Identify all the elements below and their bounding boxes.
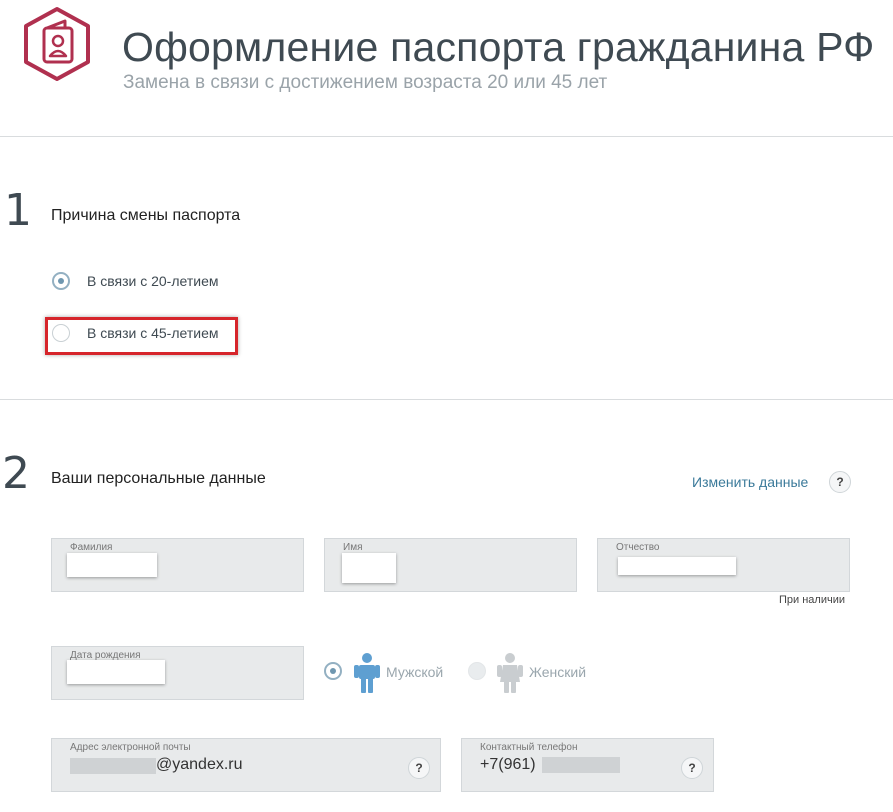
email-field[interactable]: Адрес электронной почты @yandex.ru ?	[51, 738, 441, 792]
step-number-2: 2	[2, 448, 30, 499]
phone-field[interactable]: Контактный телефон +7(961) ?	[461, 738, 714, 792]
phone-label: Контактный телефон	[480, 742, 578, 753]
first-name-field[interactable]: Имя	[324, 538, 577, 592]
first-name-label: Имя	[343, 542, 363, 553]
email-value: @yandex.ru	[156, 756, 243, 773]
passport-logo-icon	[20, 6, 94, 82]
step2-title: Ваши персональные данные	[51, 470, 266, 487]
page-title: Оформление паспорта гражданина РФ	[122, 24, 875, 70]
gender-female-radio[interactable]	[468, 662, 486, 680]
reason-option-20-label: В связи с 20-летием	[87, 273, 219, 289]
page-subtitle: Замена в связи с достижением возраста 20…	[123, 72, 608, 93]
step-number-1: 1	[4, 185, 32, 236]
male-person-icon	[353, 652, 381, 699]
radio-checked[interactable]	[324, 662, 342, 680]
highlight-box	[45, 317, 238, 355]
change-data-help-icon[interactable]: ?	[829, 471, 851, 493]
redacted-value	[70, 758, 156, 774]
phone-help-icon[interactable]: ?	[681, 757, 703, 779]
change-data-link[interactable]: Изменить данные	[692, 474, 808, 490]
gender-male-label[interactable]: Мужской	[386, 664, 443, 680]
step1-title: Причина смены паспорта	[51, 207, 241, 224]
redacted-value	[542, 757, 620, 773]
step1-divider	[0, 399, 893, 400]
last-name-field[interactable]: Фамилия	[51, 538, 304, 592]
email-help-icon[interactable]: ?	[408, 757, 430, 779]
birth-date-field[interactable]: Дата рождения	[51, 646, 304, 700]
redacted-value	[618, 557, 736, 575]
patronymic-field[interactable]: Отчество	[597, 538, 850, 592]
header-divider	[0, 136, 893, 137]
redacted-value	[67, 660, 165, 684]
radio-checked[interactable]	[52, 272, 70, 290]
reason-option-20[interactable]: В связи с 20-летием	[52, 272, 218, 290]
patronymic-label: Отчество	[616, 542, 660, 553]
gender-female-label[interactable]: Женский	[529, 664, 586, 680]
female-person-icon	[496, 652, 524, 699]
phone-value: +7(961)	[480, 756, 536, 773]
last-name-label: Фамилия	[70, 542, 113, 553]
redacted-value	[342, 553, 396, 583]
gender-male-radio[interactable]	[324, 662, 342, 680]
redacted-value	[67, 553, 157, 577]
radio-unchecked[interactable]	[468, 662, 486, 680]
patronymic-hint: При наличии	[779, 594, 845, 606]
email-label: Адрес электронной почты	[70, 742, 191, 753]
